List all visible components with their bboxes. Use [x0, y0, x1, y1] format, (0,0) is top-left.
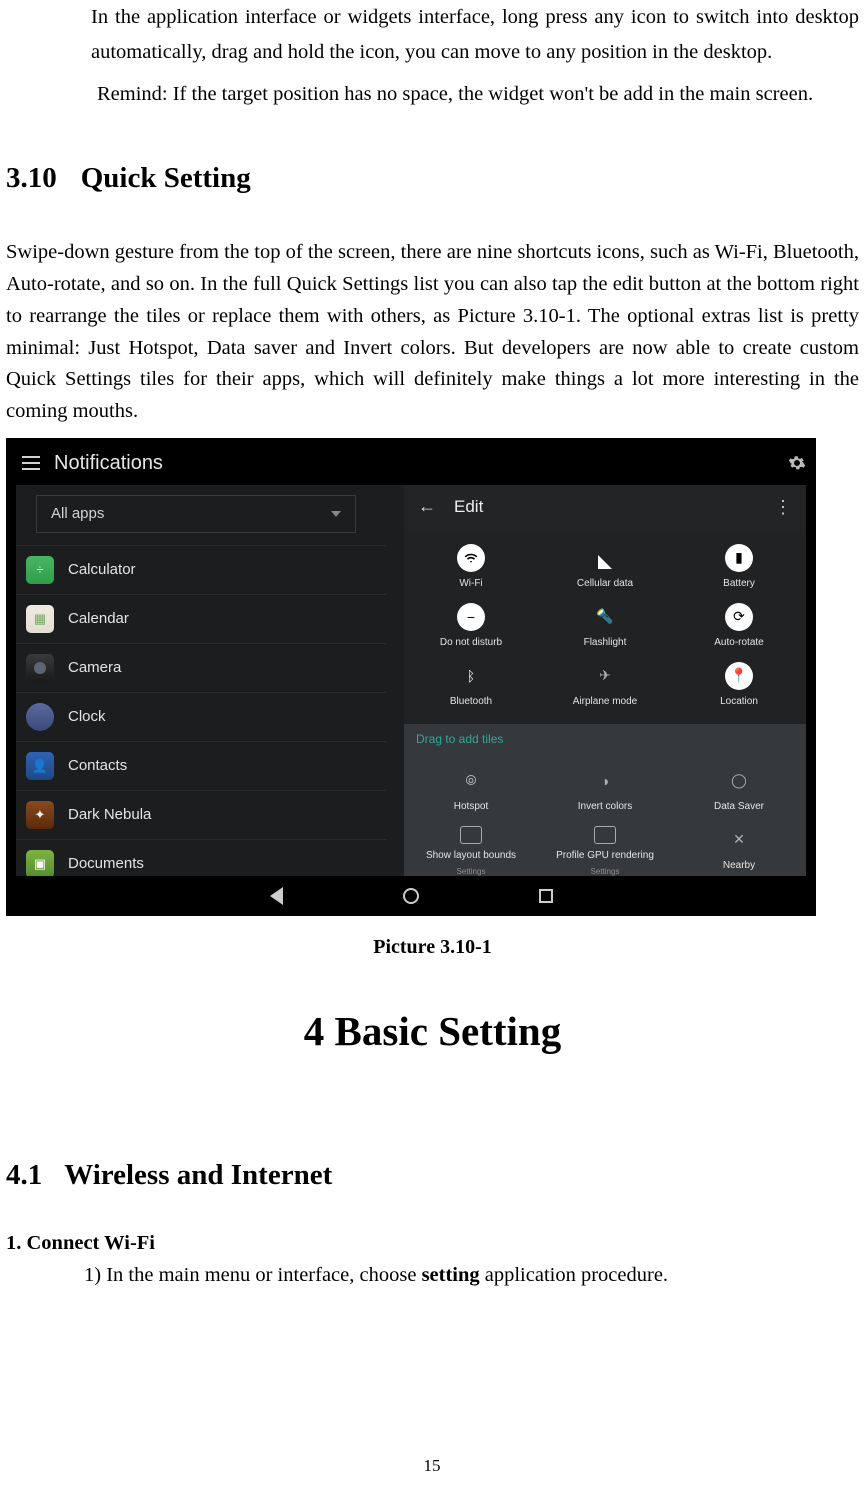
- section-title: Wireless and Internet: [64, 1159, 332, 1191]
- tile-label: Cellular data: [577, 578, 633, 589]
- tile-label: Location: [720, 696, 758, 707]
- tile-label: Flashlight: [584, 637, 627, 648]
- tile-label: Wi-Fi: [459, 578, 482, 589]
- tile-bluetooth[interactable]: ᛒ Bluetooth: [404, 655, 538, 714]
- calendar-icon: ▦: [26, 605, 54, 633]
- list-item[interactable]: Camera: [16, 643, 386, 692]
- app-label: Calendar: [68, 610, 129, 627]
- cellular-icon: [591, 544, 619, 572]
- app-label: Dark Nebula: [68, 806, 151, 823]
- invert-icon: ◑: [591, 767, 619, 795]
- step-text-a: 1) In the main menu or interface, choose: [84, 1264, 422, 1286]
- tile-label: Battery: [723, 578, 755, 589]
- airplane-icon: ✈: [591, 662, 619, 690]
- figure-caption: Picture 3.10-1: [6, 936, 859, 959]
- step-text-b: application procedure.: [480, 1264, 668, 1286]
- flashlight-icon: 🔦: [591, 603, 619, 631]
- camera-icon: [26, 654, 54, 682]
- tile-label: Hotspot: [454, 801, 488, 812]
- overflow-icon[interactable]: ⋮: [774, 505, 792, 509]
- drag-divider: Drag to add tiles: [404, 724, 806, 754]
- tile-label: Profile GPU rendering: [556, 850, 654, 861]
- tile-invert[interactable]: ◑ Invert colors: [538, 760, 672, 819]
- app-label: Contacts: [68, 757, 127, 774]
- autorotate-icon: ⟳: [725, 603, 753, 631]
- nebula-icon: ✦: [26, 801, 54, 829]
- bluetooth-icon: ᛒ: [457, 662, 485, 690]
- app-label: Documents: [68, 855, 144, 872]
- tile-label: Show layout bounds: [426, 850, 516, 861]
- hamburger-icon[interactable]: [22, 456, 40, 470]
- tile-sublabel: Settings: [591, 867, 620, 876]
- quick-settings-edit-panel: ← Edit ⋮ Wi-Fi Cellular data ▮ Battery − D…: [404, 485, 806, 885]
- tile-label: Airplane mode: [573, 696, 637, 707]
- step-bold: setting: [422, 1264, 480, 1286]
- tile-label: Auto-rotate: [714, 637, 763, 648]
- chevron-down-icon: [331, 511, 341, 517]
- tile-flashlight[interactable]: 🔦 Flashlight: [538, 596, 672, 655]
- datasaver-icon: ◯: [725, 767, 753, 795]
- tile-airplane[interactable]: ✈ Airplane mode: [538, 655, 672, 714]
- nav-back-icon[interactable]: [270, 887, 283, 905]
- battery-icon: ▮: [725, 544, 753, 572]
- all-apps-label: All apps: [51, 505, 104, 522]
- back-arrow-icon[interactable]: ←: [418, 496, 436, 517]
- app-label: Calculator: [68, 561, 136, 578]
- body-3-10: Swipe-down gesture from the top of the s…: [6, 237, 859, 428]
- tile-label: Invert colors: [578, 801, 632, 812]
- tile-label: Do not disturb: [440, 637, 502, 648]
- section-title: Quick Setting: [81, 162, 251, 194]
- notifications-title: Notifications: [54, 452, 774, 475]
- app-label: Camera: [68, 659, 121, 676]
- all-apps-dropdown[interactable]: All apps: [36, 495, 356, 533]
- page-number: 15: [0, 1456, 864, 1476]
- tile-autorotate[interactable]: ⟳ Auto-rotate: [672, 596, 806, 655]
- tile-sublabel: Settings: [457, 867, 486, 876]
- tile-label: Data Saver: [714, 801, 764, 812]
- dnd-icon: −: [457, 603, 485, 631]
- heading-3-10: 3.10 Quick Setting: [6, 162, 859, 195]
- list-item[interactable]: ✦ Dark Nebula: [16, 790, 386, 839]
- list-item[interactable]: ÷ Calculator: [16, 545, 386, 594]
- calculator-icon: ÷: [26, 556, 54, 584]
- contacts-icon: 👤: [26, 752, 54, 780]
- section-number: 3.10: [6, 162, 57, 195]
- app-list: ÷ Calculator ▦ Calendar Camera Clock 👤 Cont…: [16, 545, 386, 885]
- chapter-4-title: 4 Basic Setting: [6, 1007, 859, 1055]
- gear-icon[interactable]: [788, 454, 806, 472]
- tile-wifi[interactable]: Wi-Fi: [404, 537, 538, 596]
- documents-icon: ▣: [26, 850, 54, 878]
- paragraph-widgets: In the application interface or widgets …: [91, 0, 859, 71]
- tile-label: Bluetooth: [450, 696, 492, 707]
- section-number: 4.1: [6, 1159, 42, 1192]
- app-label: Clock: [68, 708, 106, 725]
- heading-4-1: 4.1 Wireless and Internet: [6, 1159, 859, 1192]
- layout-bounds-icon: [460, 826, 482, 844]
- tile-dnd[interactable]: − Do not disturb: [404, 596, 538, 655]
- list-item[interactable]: Clock: [16, 692, 386, 741]
- location-icon: 📍: [725, 662, 753, 690]
- list-item[interactable]: 👤 Contacts: [16, 741, 386, 790]
- android-nav-bar: [6, 876, 816, 916]
- gpu-icon: [594, 826, 616, 844]
- tile-battery[interactable]: ▮ Battery: [672, 537, 806, 596]
- tile-cellular[interactable]: Cellular data: [538, 537, 672, 596]
- tile-datasaver[interactable]: ◯ Data Saver: [672, 760, 806, 819]
- clock-icon: [26, 703, 54, 731]
- edit-title: Edit: [454, 497, 756, 517]
- tile-hotspot[interactable]: ⦾ Hotspot: [404, 760, 538, 819]
- nav-recent-icon[interactable]: [539, 889, 553, 903]
- list-item[interactable]: ▦ Calendar: [16, 594, 386, 643]
- tile-location[interactable]: 📍 Location: [672, 655, 806, 714]
- hotspot-icon: ⦾: [457, 767, 485, 795]
- step-1: 1) In the main menu or interface, choose…: [84, 1260, 859, 1291]
- nav-home-icon[interactable]: [403, 888, 419, 904]
- paragraph-remind: Remind: If the target position has no sp…: [97, 77, 859, 112]
- nearby-icon: ✕: [725, 826, 753, 854]
- wifi-icon: [457, 544, 485, 572]
- tile-label: Nearby: [723, 860, 755, 871]
- subheading-connect-wifi: 1. Connect Wi-Fi: [6, 1232, 859, 1255]
- figure-3-10-1: Notifications All apps ÷ Calculator ▦ Cale…: [6, 438, 816, 916]
